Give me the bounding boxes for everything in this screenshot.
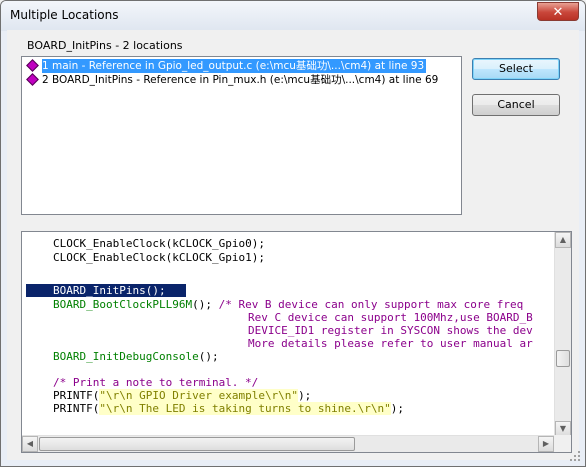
list-item[interactable]: 2 BOARD_InitPins - Reference in Pin_mux.… <box>23 73 460 87</box>
code-line: BOARD_BootClockPLL96M(); /* Rev B device… <box>53 298 524 311</box>
close-icon: ✕ <box>552 5 564 20</box>
arrow-up-icon: ▲ <box>559 235 567 244</box>
code-line: /* Print a note to terminal. */ <box>53 376 259 389</box>
arrow-down-icon: ▼ <box>559 424 567 433</box>
select-button[interactable]: Select <box>472 58 560 80</box>
locations-group-label: BOARD_InitPins - 2 locations <box>27 39 183 52</box>
code-text: CLOCK_EnableClock(kCLOCK_Gpio0); CLOCK_E… <box>22 232 552 437</box>
code-line: BOARD_InitPins(); <box>53 284 166 297</box>
locations-list[interactable]: 1 main - Reference in Gpio_led_output.c … <box>21 56 462 215</box>
vertical-scrollbar[interactable]: ▲ ▼ <box>554 232 571 437</box>
code-line: Rev C device can support 100Mhz,use BOAR… <box>248 311 533 324</box>
diamond-icon <box>26 73 39 86</box>
arrow-left-icon: ◀ <box>26 439 34 448</box>
cancel-button[interactable]: Cancel <box>472 94 560 116</box>
code-line: PRINTF("\r\n The LED is taking turns to … <box>53 402 405 415</box>
title-bar: Multiple Locations ✕ <box>1 1 585 31</box>
resize-grip-icon[interactable] <box>569 450 581 462</box>
horizontal-scroll-thumb[interactable] <box>39 437 355 451</box>
list-item[interactable]: 1 main - Reference in Gpio_led_output.c … <box>23 59 460 73</box>
scroll-right-button[interactable]: ▶ <box>538 436 554 452</box>
vertical-scroll-thumb[interactable] <box>556 350 570 367</box>
window-title: Multiple Locations <box>10 8 119 22</box>
scroll-left-button[interactable]: ◀ <box>22 436 38 452</box>
list-item-label: 2 BOARD_InitPins - Reference in Pin_mux.… <box>42 74 439 86</box>
dialog-body: BOARD_InitPins - 2 locations 1 main - Re… <box>7 30 581 462</box>
code-line: PRINTF("\r\n GPIO Driver example\r\n"); <box>53 389 312 402</box>
code-line: CLOCK_EnableClock(kCLOCK_Gpio1); <box>53 251 265 264</box>
code-line: More details please refer to user manual… <box>248 337 533 350</box>
code-line: BOARD_InitDebugConsole(); <box>53 350 219 363</box>
diamond-icon <box>26 59 39 72</box>
code-line: CLOCK_EnableClock(kCLOCK_Gpio0); <box>53 237 265 250</box>
code-preview[interactable]: CLOCK_EnableClock(kCLOCK_Gpio0); CLOCK_E… <box>21 231 572 453</box>
close-button[interactable]: ✕ <box>537 2 579 21</box>
code-line: DEVICE_ID1 register in SYSCON shows the … <box>248 324 533 337</box>
list-item-label: 1 main - Reference in Gpio_led_output.c … <box>42 59 427 73</box>
arrow-right-icon: ▶ <box>542 439 550 448</box>
multiple-locations-dialog: Multiple Locations ✕ BOARD_InitPins - 2 … <box>0 0 586 467</box>
horizontal-scrollbar[interactable]: ◀ ▶ <box>22 435 554 452</box>
scroll-up-button[interactable]: ▲ <box>555 232 571 248</box>
